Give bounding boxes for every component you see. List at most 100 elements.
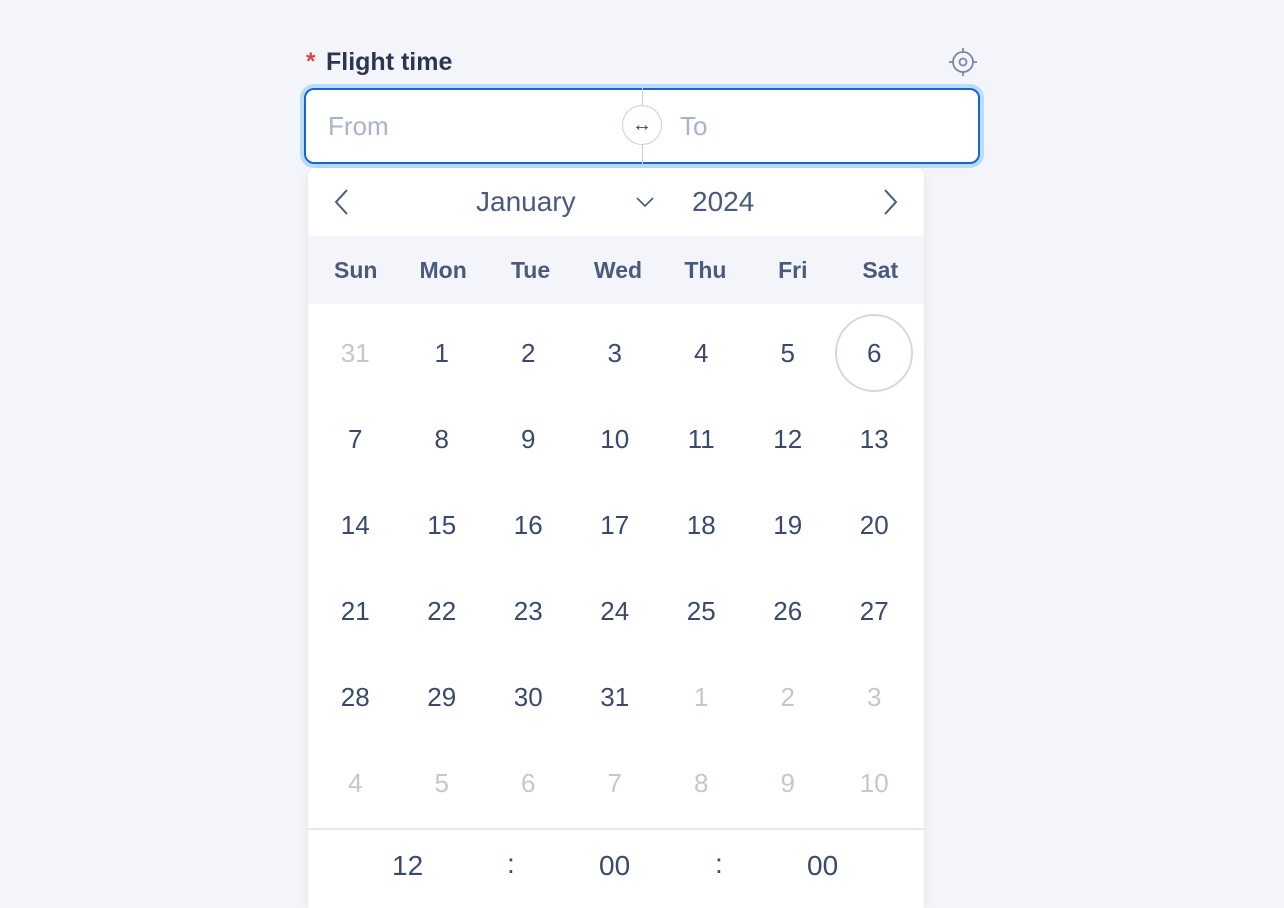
day-cell[interactable]: 12 <box>745 396 832 482</box>
day-cell[interactable]: 10 <box>831 740 918 826</box>
week-row: 14 15 16 17 18 19 20 <box>312 482 918 568</box>
day-number: 13 <box>859 423 889 454</box>
day-cell[interactable]: 23 <box>485 568 572 654</box>
day-cell[interactable]: 7 <box>572 740 659 826</box>
day-cell[interactable]: 16 <box>485 482 572 568</box>
chevron-down-icon <box>634 194 656 210</box>
minutes-field[interactable]: 00 <box>599 850 630 882</box>
day-cell[interactable]: 1 <box>658 654 745 740</box>
calendar-popup: January 2024 Sun Mon Tue Wed Thu Fri Sat… <box>308 168 924 908</box>
day-cell[interactable]: 2 <box>485 310 572 396</box>
day-number: 12 <box>773 423 803 454</box>
day-number: 6 <box>835 314 914 392</box>
weekday-label: Wed <box>593 257 643 283</box>
month-label: January <box>476 186 576 217</box>
seconds-field[interactable]: 00 <box>807 850 838 882</box>
month-select[interactable]: January <box>468 182 668 222</box>
day-cell[interactable]: 19 <box>745 482 832 568</box>
day-number: 25 <box>686 595 716 626</box>
day-number: 18 <box>686 509 716 540</box>
swap-arrows-icon[interactable]: ↔ <box>622 105 662 145</box>
day-cell[interactable]: 5 <box>745 310 832 396</box>
day-cell[interactable]: 17 <box>572 482 659 568</box>
day-cell[interactable]: 4 <box>312 740 399 826</box>
day-cell[interactable]: 15 <box>399 482 486 568</box>
day-number: 17 <box>600 509 630 540</box>
week-row: 21 22 23 24 25 26 27 <box>312 568 918 654</box>
week-row: 28 29 30 31 1 2 3 <box>312 654 918 740</box>
day-number: 29 <box>427 681 457 712</box>
day-number: 31 <box>340 337 370 368</box>
day-number: 3 <box>607 337 622 368</box>
day-number: 9 <box>780 767 795 798</box>
day-cell[interactable]: 18 <box>658 482 745 568</box>
day-cell[interactable]: 10 <box>572 396 659 482</box>
day-cell[interactable]: 31 <box>312 310 399 396</box>
day-cell[interactable]: 9 <box>745 740 832 826</box>
day-cell[interactable]: 11 <box>658 396 745 482</box>
year-select[interactable]: 2024 <box>692 186 754 218</box>
day-cell[interactable]: 3 <box>831 654 918 740</box>
weekday-label: Mon <box>419 257 467 283</box>
day-cell-today[interactable]: 6 <box>831 310 918 396</box>
weekday-label: Thu <box>684 257 727 283</box>
day-number: 22 <box>427 595 457 626</box>
day-cell[interactable]: 9 <box>485 396 572 482</box>
day-number: 3 <box>867 681 882 712</box>
day-cell[interactable]: 20 <box>831 482 918 568</box>
day-number: 21 <box>340 595 370 626</box>
day-cell[interactable]: 8 <box>399 396 486 482</box>
week-row: 4 5 6 7 8 9 10 <box>312 740 918 826</box>
time-separator: : <box>507 848 515 879</box>
weekday-label: Tue <box>510 257 551 283</box>
day-number: 9 <box>521 423 536 454</box>
day-number: 4 <box>348 767 363 798</box>
prev-month-button[interactable] <box>324 184 360 220</box>
day-cell[interactable]: 4 <box>658 310 745 396</box>
day-cell[interactable]: 28 <box>312 654 399 740</box>
day-cell[interactable]: 30 <box>485 654 572 740</box>
day-cell[interactable]: 13 <box>831 396 918 482</box>
chevron-left-icon <box>334 189 348 215</box>
day-cell[interactable]: 25 <box>658 568 745 654</box>
weekday-label: Sat <box>862 257 899 283</box>
date-range-input: ↔ <box>304 88 980 164</box>
day-cell[interactable]: 31 <box>572 654 659 740</box>
week-row: 31 1 2 3 4 5 6 <box>312 310 918 396</box>
day-number: 24 <box>600 595 630 626</box>
day-cell[interactable]: 6 <box>485 740 572 826</box>
day-cell[interactable]: 8 <box>658 740 745 826</box>
day-number: 28 <box>340 681 370 712</box>
chevron-right-icon <box>884 189 898 215</box>
day-number: 2 <box>780 681 795 712</box>
day-cell[interactable]: 3 <box>572 310 659 396</box>
day-cell[interactable]: 21 <box>312 568 399 654</box>
to-input[interactable] <box>680 90 970 162</box>
day-cell[interactable]: 24 <box>572 568 659 654</box>
day-cell[interactable]: 26 <box>745 568 832 654</box>
day-number: 23 <box>513 595 543 626</box>
day-cell[interactable]: 29 <box>399 654 486 740</box>
day-cell[interactable]: 1 <box>399 310 486 396</box>
day-cell[interactable]: 27 <box>831 568 918 654</box>
day-cell[interactable]: 22 <box>399 568 486 654</box>
day-number: 8 <box>434 423 449 454</box>
day-grid: 31 1 2 3 4 5 6 7 8 9 10 11 12 13 14 15 16 17 18 19 20 21 22 23 2… <box>312 310 918 826</box>
weekday-label: Sun <box>333 257 378 283</box>
day-cell[interactable]: 2 <box>745 654 832 740</box>
day-cell[interactable]: 5 <box>399 740 486 826</box>
day-number: 5 <box>780 337 795 368</box>
time-separator: : <box>715 848 723 879</box>
required-marker: * <box>306 48 316 75</box>
day-cell[interactable]: 14 <box>312 482 399 568</box>
day-cell[interactable]: 7 <box>312 396 399 482</box>
day-number: 7 <box>348 423 363 454</box>
from-input[interactable] <box>328 90 618 162</box>
target-icon[interactable] <box>948 47 978 77</box>
day-number: 30 <box>513 681 543 712</box>
day-number: 1 <box>434 337 449 368</box>
next-month-button[interactable] <box>872 184 908 220</box>
day-number: 10 <box>600 423 630 454</box>
day-number: 11 <box>687 423 715 454</box>
hours-field[interactable]: 12 <box>392 850 423 882</box>
